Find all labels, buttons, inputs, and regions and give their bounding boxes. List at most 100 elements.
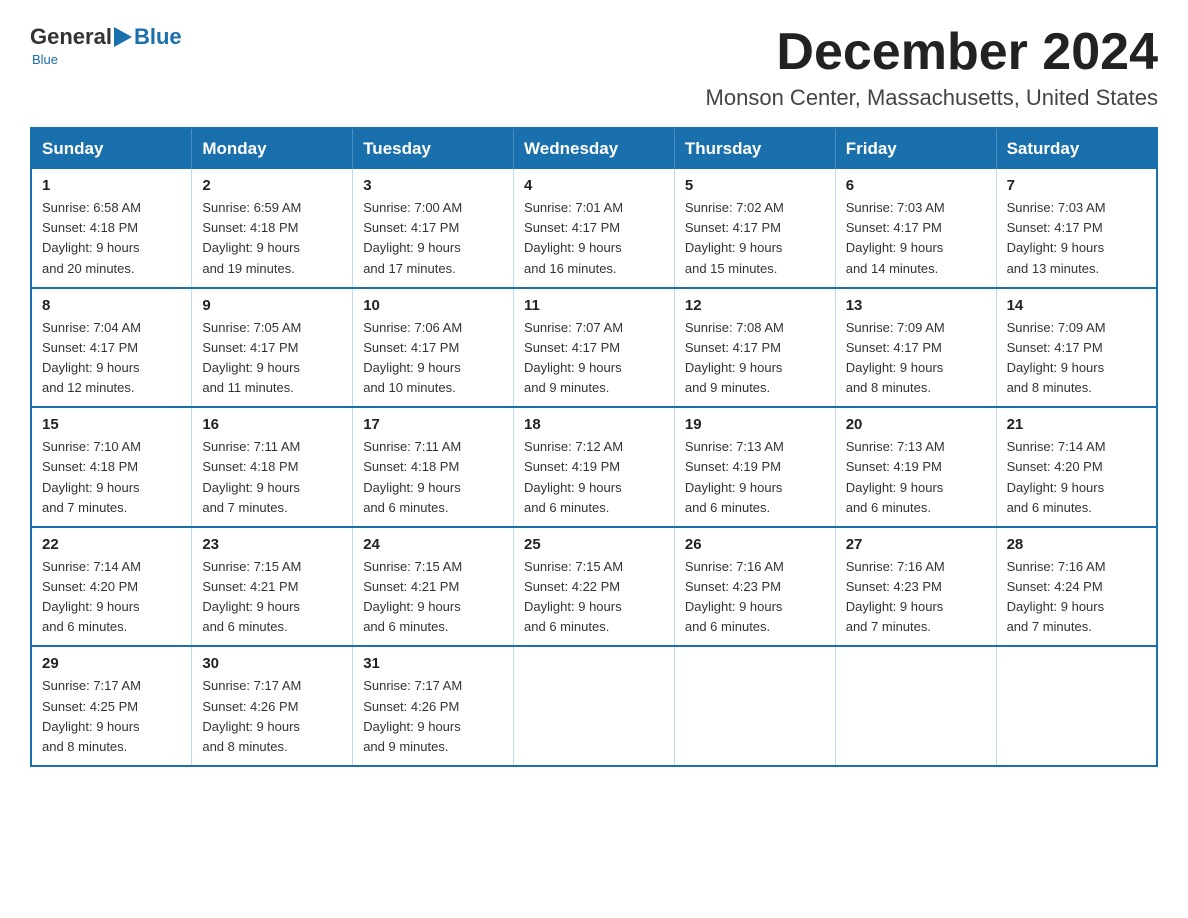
day-info: Sunrise: 7:06 AM Sunset: 4:17 PM Dayligh… — [363, 320, 462, 395]
logo-text: General Blue — [30, 24, 182, 50]
calendar-title: December 2024 — [706, 24, 1158, 81]
logo-subtitle: Blue — [32, 52, 58, 67]
day-number: 18 — [524, 416, 664, 433]
calendar-cell: 11 Sunrise: 7:07 AM Sunset: 4:17 PM Dayl… — [514, 288, 675, 408]
day-number: 17 — [363, 416, 503, 433]
header-wednesday: Wednesday — [514, 128, 675, 169]
day-info: Sunrise: 7:10 AM Sunset: 4:18 PM Dayligh… — [42, 439, 141, 514]
header-friday: Friday — [835, 128, 996, 169]
day-number: 3 — [363, 177, 503, 194]
day-info: Sunrise: 7:11 AM Sunset: 4:18 PM Dayligh… — [363, 439, 461, 514]
calendar-week-row: 1 Sunrise: 6:58 AM Sunset: 4:18 PM Dayli… — [31, 169, 1157, 288]
calendar-cell: 19 Sunrise: 7:13 AM Sunset: 4:19 PM Dayl… — [674, 407, 835, 527]
logo: General Blue Blue — [30, 24, 182, 67]
header-thursday: Thursday — [674, 128, 835, 169]
calendar-cell: 28 Sunrise: 7:16 AM Sunset: 4:24 PM Dayl… — [996, 527, 1157, 647]
day-info: Sunrise: 7:09 AM Sunset: 4:17 PM Dayligh… — [1007, 320, 1106, 395]
day-info: Sunrise: 7:02 AM Sunset: 4:17 PM Dayligh… — [685, 200, 784, 275]
calendar-header-row: SundayMondayTuesdayWednesdayThursdayFrid… — [31, 128, 1157, 169]
calendar-cell: 12 Sunrise: 7:08 AM Sunset: 4:17 PM Dayl… — [674, 288, 835, 408]
day-number: 10 — [363, 297, 503, 314]
calendar-week-row: 15 Sunrise: 7:10 AM Sunset: 4:18 PM Dayl… — [31, 407, 1157, 527]
day-number: 16 — [202, 416, 342, 433]
logo-blue-text: Blue — [134, 24, 182, 50]
calendar-cell: 3 Sunrise: 7:00 AM Sunset: 4:17 PM Dayli… — [353, 169, 514, 288]
day-info: Sunrise: 7:17 AM Sunset: 4:26 PM Dayligh… — [202, 678, 301, 753]
logo-triangle-icon — [114, 27, 132, 47]
calendar-cell — [835, 646, 996, 766]
calendar-cell — [514, 646, 675, 766]
day-number: 21 — [1007, 416, 1146, 433]
day-number: 2 — [202, 177, 342, 194]
calendar-cell: 7 Sunrise: 7:03 AM Sunset: 4:17 PM Dayli… — [996, 169, 1157, 288]
day-number: 26 — [685, 536, 825, 553]
day-number: 28 — [1007, 536, 1146, 553]
day-number: 7 — [1007, 177, 1146, 194]
day-info: Sunrise: 7:13 AM Sunset: 4:19 PM Dayligh… — [685, 439, 784, 514]
calendar-cell: 2 Sunrise: 6:59 AM Sunset: 4:18 PM Dayli… — [192, 169, 353, 288]
day-number: 23 — [202, 536, 342, 553]
day-info: Sunrise: 7:17 AM Sunset: 4:26 PM Dayligh… — [363, 678, 462, 753]
day-info: Sunrise: 7:16 AM Sunset: 4:23 PM Dayligh… — [846, 559, 945, 634]
day-number: 22 — [42, 536, 181, 553]
calendar-cell: 25 Sunrise: 7:15 AM Sunset: 4:22 PM Dayl… — [514, 527, 675, 647]
day-number: 11 — [524, 297, 664, 314]
calendar-cell: 31 Sunrise: 7:17 AM Sunset: 4:26 PM Dayl… — [353, 646, 514, 766]
header-saturday: Saturday — [996, 128, 1157, 169]
calendar-cell — [674, 646, 835, 766]
calendar-cell: 22 Sunrise: 7:14 AM Sunset: 4:20 PM Dayl… — [31, 527, 192, 647]
day-info: Sunrise: 7:03 AM Sunset: 4:17 PM Dayligh… — [1007, 200, 1106, 275]
calendar-cell: 20 Sunrise: 7:13 AM Sunset: 4:19 PM Dayl… — [835, 407, 996, 527]
calendar-cell: 18 Sunrise: 7:12 AM Sunset: 4:19 PM Dayl… — [514, 407, 675, 527]
day-number: 20 — [846, 416, 986, 433]
logo-general: General — [30, 24, 112, 50]
day-number: 29 — [42, 655, 181, 672]
calendar-cell: 21 Sunrise: 7:14 AM Sunset: 4:20 PM Dayl… — [996, 407, 1157, 527]
day-number: 1 — [42, 177, 181, 194]
day-number: 9 — [202, 297, 342, 314]
calendar-week-row: 8 Sunrise: 7:04 AM Sunset: 4:17 PM Dayli… — [31, 288, 1157, 408]
calendar-week-row: 29 Sunrise: 7:17 AM Sunset: 4:25 PM Dayl… — [31, 646, 1157, 766]
day-info: Sunrise: 7:08 AM Sunset: 4:17 PM Dayligh… — [685, 320, 784, 395]
calendar-cell: 24 Sunrise: 7:15 AM Sunset: 4:21 PM Dayl… — [353, 527, 514, 647]
logo-blue-part: Blue — [112, 24, 182, 50]
calendar-subtitle: Monson Center, Massachusetts, United Sta… — [706, 85, 1158, 111]
day-number: 4 — [524, 177, 664, 194]
day-info: Sunrise: 6:58 AM Sunset: 4:18 PM Dayligh… — [42, 200, 141, 275]
calendar-cell: 15 Sunrise: 7:10 AM Sunset: 4:18 PM Dayl… — [31, 407, 192, 527]
day-info: Sunrise: 6:59 AM Sunset: 4:18 PM Dayligh… — [202, 200, 301, 275]
day-info: Sunrise: 7:16 AM Sunset: 4:24 PM Dayligh… — [1007, 559, 1106, 634]
calendar-cell: 4 Sunrise: 7:01 AM Sunset: 4:17 PM Dayli… — [514, 169, 675, 288]
header-sunday: Sunday — [31, 128, 192, 169]
day-info: Sunrise: 7:12 AM Sunset: 4:19 PM Dayligh… — [524, 439, 623, 514]
calendar-cell: 9 Sunrise: 7:05 AM Sunset: 4:17 PM Dayli… — [192, 288, 353, 408]
calendar-cell: 27 Sunrise: 7:16 AM Sunset: 4:23 PM Dayl… — [835, 527, 996, 647]
title-area: December 2024 Monson Center, Massachuset… — [706, 24, 1158, 111]
calendar-cell — [996, 646, 1157, 766]
day-number: 12 — [685, 297, 825, 314]
day-number: 31 — [363, 655, 503, 672]
calendar-cell: 1 Sunrise: 6:58 AM Sunset: 4:18 PM Dayli… — [31, 169, 192, 288]
calendar-cell: 17 Sunrise: 7:11 AM Sunset: 4:18 PM Dayl… — [353, 407, 514, 527]
day-info: Sunrise: 7:14 AM Sunset: 4:20 PM Dayligh… — [1007, 439, 1106, 514]
day-info: Sunrise: 7:15 AM Sunset: 4:21 PM Dayligh… — [363, 559, 462, 634]
day-info: Sunrise: 7:15 AM Sunset: 4:22 PM Dayligh… — [524, 559, 623, 634]
calendar-cell: 14 Sunrise: 7:09 AM Sunset: 4:17 PM Dayl… — [996, 288, 1157, 408]
day-info: Sunrise: 7:00 AM Sunset: 4:17 PM Dayligh… — [363, 200, 462, 275]
day-number: 6 — [846, 177, 986, 194]
day-info: Sunrise: 7:09 AM Sunset: 4:17 PM Dayligh… — [846, 320, 945, 395]
header-monday: Monday — [192, 128, 353, 169]
day-info: Sunrise: 7:05 AM Sunset: 4:17 PM Dayligh… — [202, 320, 301, 395]
day-number: 8 — [42, 297, 181, 314]
calendar-week-row: 22 Sunrise: 7:14 AM Sunset: 4:20 PM Dayl… — [31, 527, 1157, 647]
page-header: General Blue Blue December 2024 Monson C… — [30, 24, 1158, 111]
calendar-cell: 8 Sunrise: 7:04 AM Sunset: 4:17 PM Dayli… — [31, 288, 192, 408]
calendar-cell: 13 Sunrise: 7:09 AM Sunset: 4:17 PM Dayl… — [835, 288, 996, 408]
day-info: Sunrise: 7:15 AM Sunset: 4:21 PM Dayligh… — [202, 559, 301, 634]
day-info: Sunrise: 7:03 AM Sunset: 4:17 PM Dayligh… — [846, 200, 945, 275]
header-tuesday: Tuesday — [353, 128, 514, 169]
day-number: 14 — [1007, 297, 1146, 314]
day-info: Sunrise: 7:17 AM Sunset: 4:25 PM Dayligh… — [42, 678, 141, 753]
day-number: 5 — [685, 177, 825, 194]
day-info: Sunrise: 7:13 AM Sunset: 4:19 PM Dayligh… — [846, 439, 945, 514]
